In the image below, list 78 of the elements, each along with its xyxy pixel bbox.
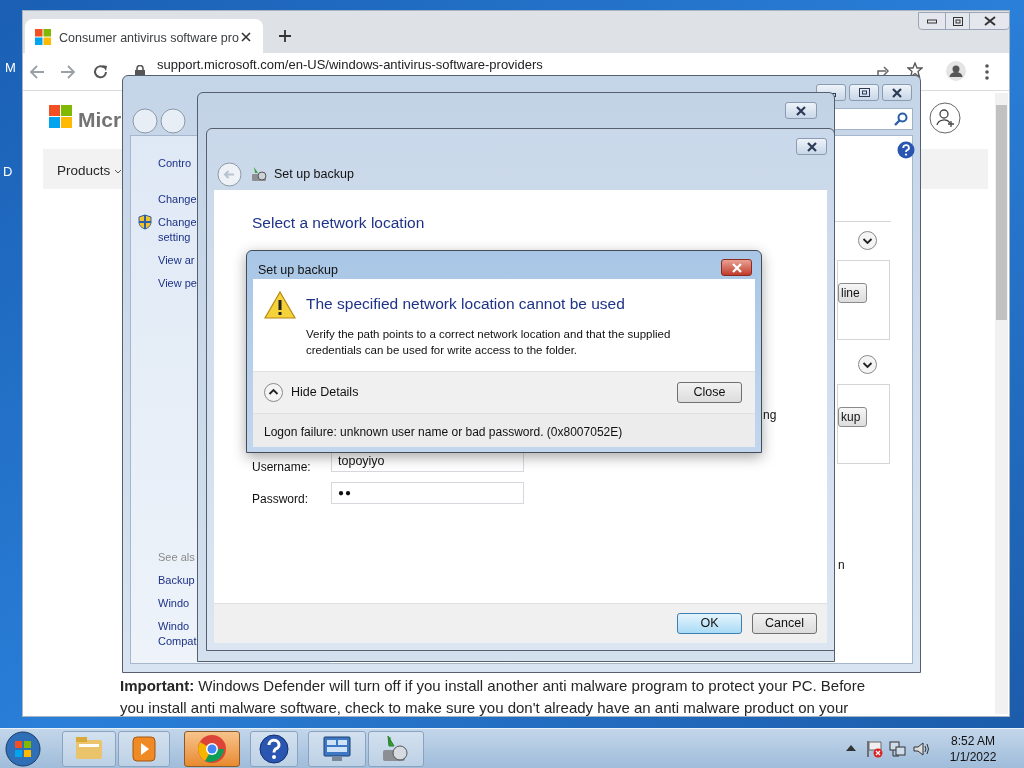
sidebar-link[interactable]: Change setting xyxy=(158,215,197,245)
scrollbar[interactable] xyxy=(995,93,1008,714)
sidebar-link[interactable]: Windo Compat xyxy=(158,619,197,649)
taskbar-button[interactable] xyxy=(308,731,366,767)
browser-tab[interactable] xyxy=(25,19,263,53)
warning-icon xyxy=(264,291,296,319)
dialog-title: Set up backup xyxy=(258,262,338,279)
sidebar-link[interactable]: View pe xyxy=(158,276,197,291)
close-icon xyxy=(730,262,743,273)
chevron-down-icon[interactable] xyxy=(858,355,877,374)
close-icon xyxy=(795,105,807,116)
dialog-button[interactable]: Cancel xyxy=(752,613,817,634)
maximize-icon xyxy=(952,16,963,26)
maximize-button[interactable] xyxy=(849,84,879,101)
close-button[interactable]: Close xyxy=(677,382,742,403)
field-label: Password: xyxy=(252,491,309,508)
backup-drive-icon xyxy=(250,165,268,183)
taskbar-clock[interactable]: 8:52 AM 1/1/2022 xyxy=(938,733,1008,765)
close-button[interactable] xyxy=(785,102,817,119)
details-toggle[interactable]: Hide Details xyxy=(264,383,359,402)
shield-icon xyxy=(138,214,152,230)
error-details: Logon failure: unknown user name or bad password. (0x8007052E) xyxy=(264,424,623,441)
forward-arrow-icon[interactable] xyxy=(60,65,76,79)
microsoft-logo-icon xyxy=(49,105,72,128)
more-menu-icon[interactable] xyxy=(985,64,989,80)
start-button-icon[interactable] xyxy=(4,730,42,768)
close-icon xyxy=(983,16,996,26)
minimize-icon xyxy=(927,18,937,24)
reload-icon[interactable] xyxy=(93,64,109,80)
section-caption: See als xyxy=(158,550,195,565)
close-button[interactable] xyxy=(882,84,912,101)
help-icon xyxy=(258,733,290,765)
desktop-icon-label[interactable]: M xyxy=(5,58,16,78)
close-icon xyxy=(805,141,818,152)
plus-icon[interactable] xyxy=(278,29,292,43)
dialog-heading: The specified network location cannot be used xyxy=(306,294,625,314)
sidebar-link[interactable]: Backup xyxy=(158,573,195,588)
caret-icon xyxy=(114,168,123,174)
tab-title: Consumer antivirus software pro xyxy=(59,30,239,47)
window-title: Set up backup xyxy=(274,166,354,183)
sidebar-link[interactable]: Change xyxy=(158,192,197,207)
desktop-icon-label[interactable]: D xyxy=(3,162,13,182)
panel-button[interactable]: line xyxy=(838,283,867,303)
text-fragment: n xyxy=(838,557,845,574)
add-account-icon[interactable] xyxy=(929,102,961,134)
taskbar-button[interactable] xyxy=(250,731,298,767)
back-arrow-icon[interactable] xyxy=(29,65,45,79)
page-heading: Select a network location xyxy=(252,213,425,233)
password-field[interactable]: ●● xyxy=(331,482,524,504)
dialog-message: Verify the path points to a correct network location and that the supplied credentials can be used for write access to the folder. xyxy=(306,327,671,358)
flag-icon[interactable] xyxy=(866,740,884,758)
text-fragment: ng xyxy=(763,407,777,424)
help-icon[interactable] xyxy=(897,141,915,159)
chevron-up-icon[interactable] xyxy=(264,383,283,402)
star-icon[interactable] xyxy=(907,62,923,78)
chevron-down-icon[interactable] xyxy=(858,231,877,250)
windows-logo-icon xyxy=(35,29,51,45)
speaker-icon[interactable] xyxy=(912,740,930,758)
network-icon[interactable] xyxy=(889,740,907,758)
dialog-button[interactable]: OK xyxy=(677,613,742,634)
sidebar-link[interactable]: Windo xyxy=(158,596,190,611)
logo-text: Micr xyxy=(78,107,122,133)
profile-icon[interactable] xyxy=(946,61,966,81)
body-paragraph: Important: Windows Defender will turn off if you install another anti malware program to protect your PC. Before you install anti malware software, check to make sure you don't already have an anti malware product on your xyxy=(120,676,866,718)
search-icon[interactable] xyxy=(894,112,908,126)
address-bar[interactable]: support.microsoft.com/en-US/windows-antivirus-software-providers xyxy=(157,57,543,73)
field-label: Username: xyxy=(252,459,311,476)
close-button[interactable] xyxy=(796,138,827,155)
close-button[interactable] xyxy=(721,259,752,276)
sidebar-link[interactable]: View ar xyxy=(158,253,195,268)
nav-link[interactable]: Products xyxy=(57,161,123,182)
chrome-icon xyxy=(196,733,228,765)
chevron-up-icon[interactable] xyxy=(846,745,856,751)
maximize-icon xyxy=(858,88,870,97)
close-icon[interactable] xyxy=(241,32,251,42)
panel-button[interactable]: kup xyxy=(838,407,868,427)
sidebar-link[interactable]: Contro xyxy=(158,156,192,171)
close-icon xyxy=(891,87,903,98)
